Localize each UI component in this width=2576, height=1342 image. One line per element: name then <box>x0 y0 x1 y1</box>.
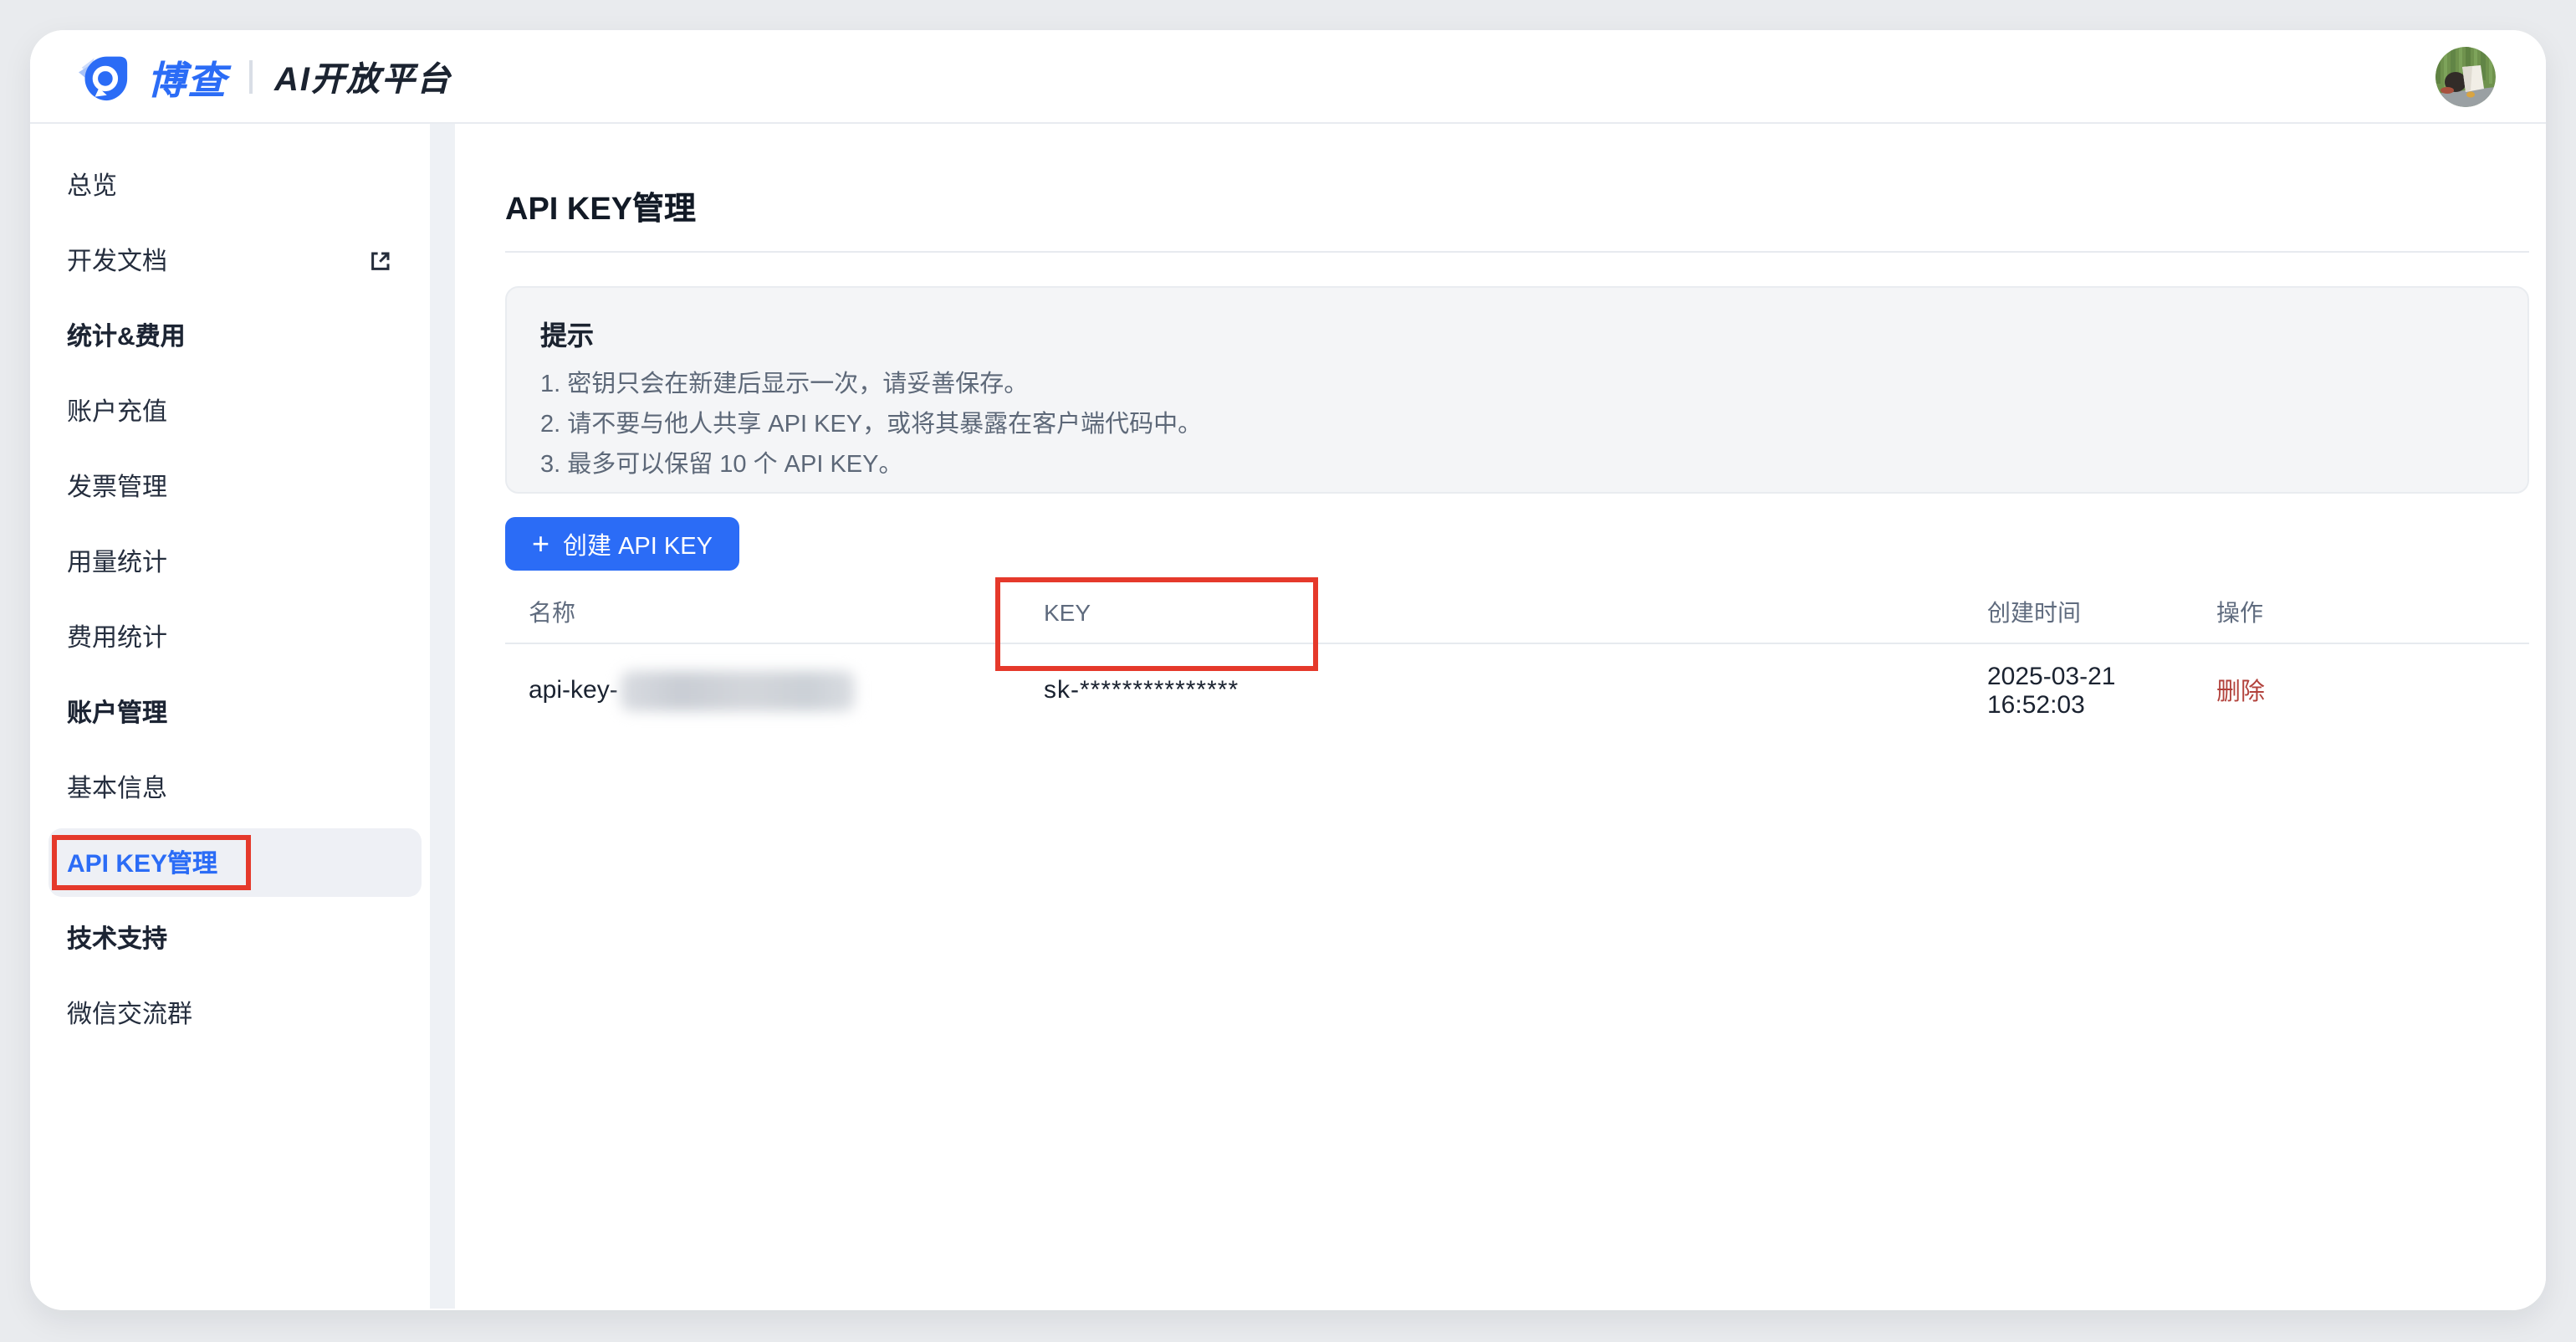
tips-title: 提示 <box>540 313 2494 353</box>
delete-link[interactable]: 删除 <box>2216 679 2265 706</box>
create-api-key-button[interactable]: + 创建 API KEY <box>505 517 739 571</box>
sidebar-item-label: 技术支持 <box>67 920 167 955</box>
sidebar-item-support-section: 技术支持 <box>30 900 430 976</box>
create-api-key-label: 创建 API KEY <box>563 526 713 561</box>
column-header-name: 名称 <box>529 595 1044 628</box>
table-header-row: 名称 KEY 创建时间 操作 <box>505 581 2529 644</box>
sidebar-nav: 总览开发文档统计&费用账户充值发票管理用量统计费用统计账户管理基本信息 API K… <box>30 124 430 1309</box>
cell-name: api-key- <box>529 670 1044 710</box>
sidebar-item-overview[interactable]: 总览 <box>30 147 430 223</box>
sidebar-item-label: 总览 <box>67 167 117 202</box>
bocha-logo-icon <box>75 51 132 101</box>
main-content: API KEY管理 提示 1. 密钥只会在新建后显示一次，请妥善保存。 2. 请… <box>455 124 2546 1309</box>
sidebar-item-invoice-management[interactable]: 发票管理 <box>30 448 430 524</box>
title-divider <box>505 251 2529 253</box>
sidebar-item-label: 费用统计 <box>67 619 167 654</box>
tips-line-1: 1. 密钥只会在新建后显示一次，请妥善保存。 <box>540 365 2494 405</box>
brand-divider <box>249 59 253 93</box>
redacted-name-blur <box>621 670 856 710</box>
sidebar-item-cost-stats[interactable]: 费用统计 <box>30 599 430 674</box>
sidebar-item-basic-info[interactable]: 基本信息 <box>30 750 430 825</box>
api-key-name-prefix: api-key- <box>529 676 618 704</box>
app-body: 总览开发文档统计&费用账户充值发票管理用量统计费用统计账户管理基本信息 API K… <box>30 124 2546 1309</box>
top-bar: 博查 AI开放平台 <box>30 30 2546 124</box>
sidebar-item-wechat-group[interactable]: 微信交流群 <box>30 976 430 1051</box>
sidebar-item-label: 微信交流群 <box>67 996 192 1031</box>
sidebar-item-dev-docs[interactable]: 开发文档 <box>30 223 430 298</box>
api-key-table: 名称 KEY 创建时间 操作 api-key-sk-**************… <box>505 581 2529 736</box>
app-window: 博查 AI开放平台 <box>30 30 2546 1310</box>
sidebar-item-label: 账户充值 <box>67 393 167 428</box>
external-link-icon <box>368 248 393 273</box>
sidebar-item-api-key-management[interactable]: API KEY管理 <box>30 825 430 900</box>
table-row: api-key-sk-***************2025-03-21 16:… <box>505 644 2529 736</box>
column-header-key: KEY <box>1044 598 1987 625</box>
page-title: API KEY管理 <box>505 184 2529 229</box>
column-header-created: 创建时间 <box>1987 595 2216 628</box>
sidebar-item-stats-section: 统计&费用 <box>30 298 430 373</box>
tips-box: 提示 1. 密钥只会在新建后显示一次，请妥善保存。 2. 请不要与他人共享 AP… <box>505 286 2529 494</box>
sidebar-item-label: API KEY管理 <box>67 845 217 880</box>
sidebar-item-label: 账户管理 <box>67 694 167 730</box>
plus-icon: + <box>532 528 549 558</box>
sidebar-item-label: 发票管理 <box>67 469 167 504</box>
sidebar-item-label: 统计&费用 <box>67 318 186 353</box>
table-body: api-key-sk-***************2025-03-21 16:… <box>505 644 2529 736</box>
sidebar-item-label: 基本信息 <box>67 770 167 805</box>
page: 博查 AI开放平台 <box>0 0 2576 1342</box>
platform-title: AI开放平台 <box>274 52 452 100</box>
sidebar-item-label: 用量统计 <box>67 544 167 579</box>
brand-name: 博查 <box>147 48 227 105</box>
sidebar-item-usage-stats[interactable]: 用量统计 <box>30 524 430 599</box>
tips-line-2: 2. 请不要与他人共享 API KEY，或将其暴露在客户端代码中。 <box>540 405 2494 445</box>
sidebar-item-account-recharge[interactable]: 账户充值 <box>30 373 430 448</box>
sidebar-item-account-section: 账户管理 <box>30 674 430 750</box>
sidebar-item-label: 开发文档 <box>67 243 167 278</box>
user-avatar[interactable] <box>2435 46 2496 106</box>
cell-created-at: 2025-03-21 16:52:03 <box>1987 662 2216 719</box>
avatar-image <box>2435 46 2496 106</box>
column-header-action: 操作 <box>2216 595 2529 628</box>
sidebar-divider <box>430 124 455 1309</box>
tips-line-3: 3. 最多可以保留 10 个 API KEY。 <box>540 445 2494 485</box>
brand: 博查 AI开放平台 <box>75 48 452 105</box>
cell-key: sk-*************** <box>1044 676 1987 704</box>
